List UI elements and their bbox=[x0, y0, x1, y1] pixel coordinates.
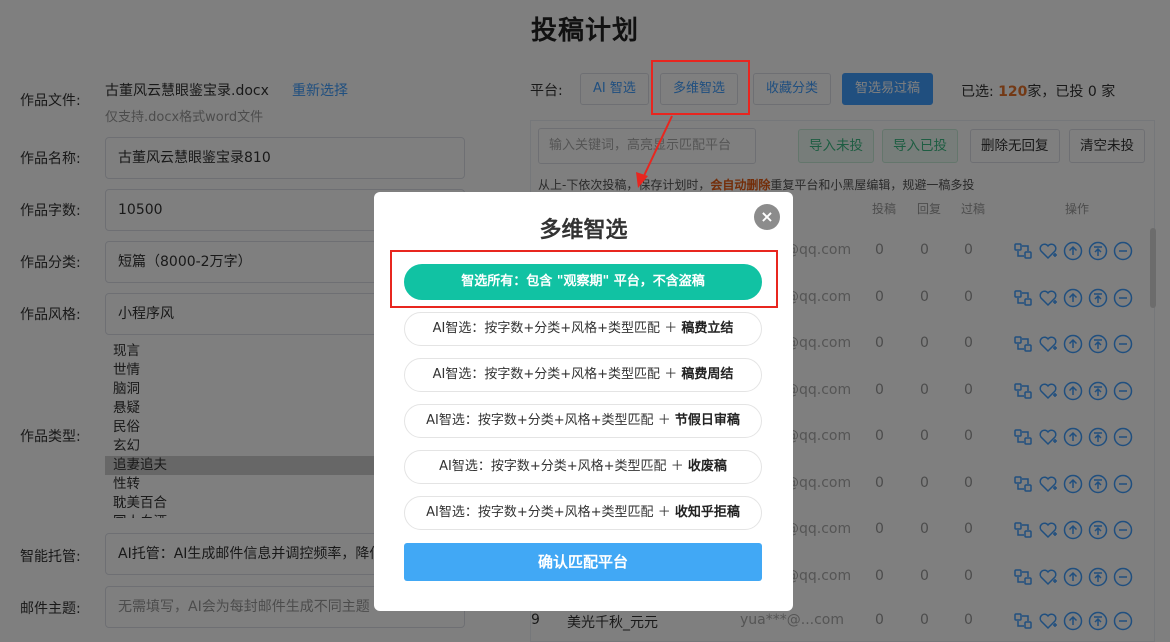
modal-option-text: AI智选：按字数+分类+风格+类型匹配 ＋ bbox=[426, 505, 675, 520]
modal-option-feature: 收知乎拒稿 bbox=[674, 505, 740, 520]
annotation-box-option bbox=[390, 250, 778, 308]
modal-option[interactable]: AI智选：按字数+分类+风格+类型匹配 ＋ 稿费立结 bbox=[404, 312, 762, 346]
modal-option-text: AI智选：按字数+分类+风格+类型匹配 ＋ bbox=[432, 321, 682, 336]
modal-option-text: AI智选：按字数+分类+风格+类型匹配 ＋ bbox=[439, 459, 688, 474]
confirm-match-button[interactable]: 确认匹配平台 bbox=[404, 543, 762, 581]
modal-title: 多维智选 bbox=[539, 218, 628, 243]
modal-option-text: AI智选：按字数+分类+风格+类型匹配 ＋ bbox=[432, 367, 682, 382]
modal-option-feature: 收废稿 bbox=[687, 459, 727, 474]
modal-option[interactable]: AI智选：按字数+分类+风格+类型匹配 ＋ 收废稿 bbox=[404, 450, 762, 484]
modal-option[interactable]: AI智选：按字数+分类+风格+类型匹配 ＋ 收知乎拒稿 bbox=[404, 496, 762, 530]
modal-option[interactable]: AI智选：按字数+分类+风格+类型匹配 ＋ 稿费周结 bbox=[404, 358, 762, 392]
modal-option-feature: 稿费周结 bbox=[681, 367, 734, 382]
modal-option[interactable]: AI智选：按字数+分类+风格+类型匹配 ＋ 节假日审稿 bbox=[404, 404, 762, 438]
modal-option-text: AI智选：按字数+分类+风格+类型匹配 ＋ bbox=[426, 413, 675, 428]
close-icon[interactable]: × bbox=[754, 204, 780, 230]
modal-option-feature: 稿费立结 bbox=[681, 321, 734, 336]
modal-option-feature: 节假日审稿 bbox=[674, 413, 740, 428]
